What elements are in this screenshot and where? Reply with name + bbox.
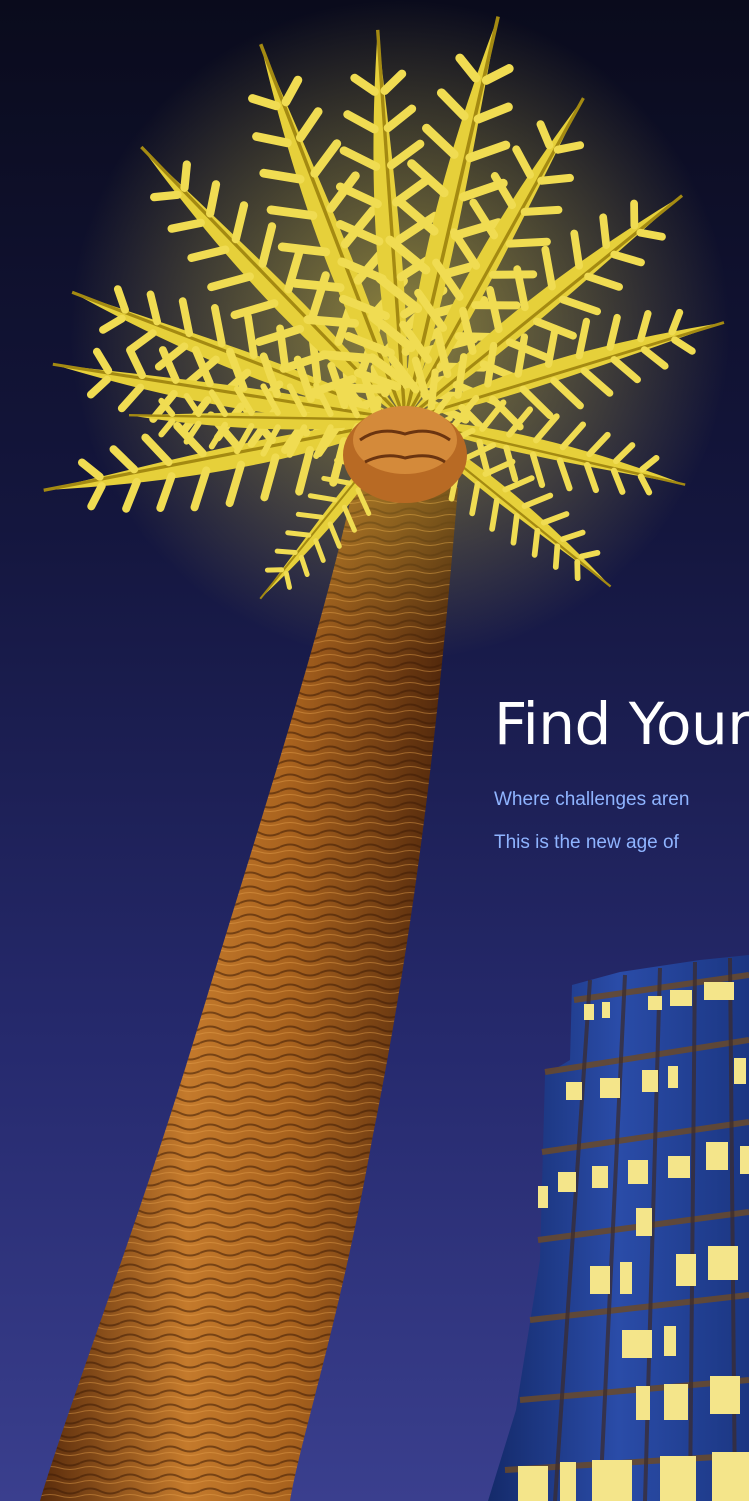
- headline: Find Your: [494, 690, 749, 758]
- intro-line-2: This is the new age of: [494, 832, 679, 853]
- intro-line-1: Where challenges aren: [494, 789, 690, 810]
- hero-scene: Find Your Where challenges aren This is …: [0, 0, 749, 1501]
